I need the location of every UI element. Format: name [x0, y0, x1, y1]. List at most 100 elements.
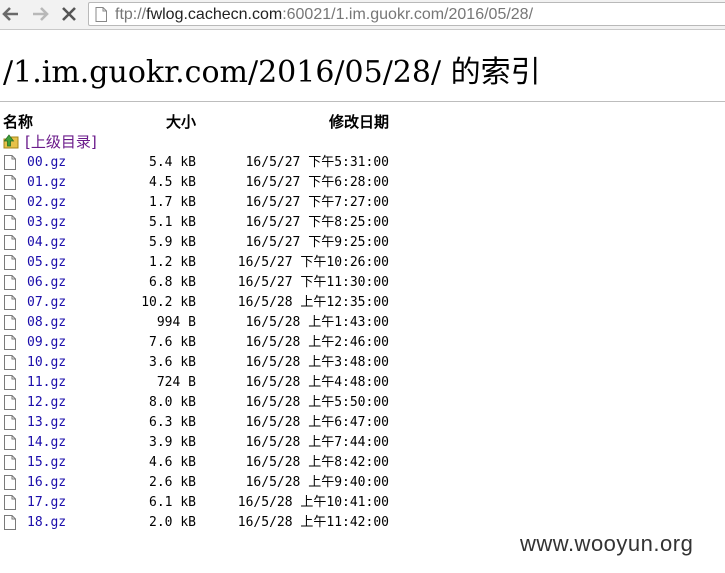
forward-arrow-icon [33, 7, 49, 21]
file-link[interactable]: 16.gz [27, 473, 66, 493]
file-size: 1.7 kB [149, 195, 196, 210]
url-scheme: ftp:// [115, 6, 147, 23]
file-size: 5.1 kB [149, 215, 196, 230]
file-link[interactable]: 05.gz [27, 253, 66, 273]
file-row: 07.gz 10.2 kB 16/5/28 上午12:35:00 [0, 293, 400, 313]
file-size: 2.6 kB [149, 475, 196, 490]
file-row: 10.gz 3.6 kB 16/5/28 上午3:48:00 [0, 353, 400, 373]
file-size: 3.9 kB [149, 435, 196, 450]
file-modified-date: 16/5/28 上午8:42:00 [245, 455, 389, 470]
file-row: 06.gz 6.8 kB 16/5/27 下午11:30:00 [0, 273, 400, 293]
browser-toolbar: ftp://fwlog.cachecn.com:60021/1.im.guokr… [0, 0, 725, 30]
file-modified-date: 16/5/28 上午6:47:00 [245, 415, 389, 430]
url-host: fwlog.cachecn.com [146, 6, 283, 23]
page-title: /1.im.guokr.com/2016/05/28/ 的索引 [3, 55, 541, 90]
watermark: www.wooyun.org [520, 531, 694, 556]
file-modified-date: 16/5/28 上午3:48:00 [245, 355, 389, 370]
url-path: :60021/1.im.guokr.com/2016/05/28/ [282, 6, 534, 23]
file-modified-date: 16/5/28 上午2:46:00 [245, 335, 389, 350]
file-size: 4.5 kB [149, 175, 196, 190]
file-modified-date: 16/5/28 上午7:44:00 [245, 435, 389, 450]
file-row: 00.gz 5.4 kB 16/5/27 下午5:31:00 [0, 153, 400, 173]
file-row: 04.gz 5.9 kB 16/5/27 下午9:25:00 [0, 233, 400, 253]
file-size: 2.0 kB [149, 515, 196, 530]
file-size: 6.1 kB [149, 495, 196, 510]
back-arrow-icon [2, 7, 18, 21]
file-link[interactable]: 13.gz [27, 413, 66, 433]
column-header-size[interactable]: 大小 [140, 113, 196, 131]
file-size: 5.4 kB [149, 155, 196, 170]
file-link[interactable]: 06.gz [27, 273, 66, 293]
column-header-date[interactable]: 修改日期 [250, 113, 389, 131]
file-size: 7.6 kB [149, 335, 196, 350]
parent-directory-link[interactable]: [上级目录] [3, 133, 97, 151]
file-link[interactable]: 14.gz [27, 433, 66, 453]
file-link[interactable]: 15.gz [27, 453, 66, 473]
file-link[interactable]: 09.gz [27, 333, 66, 353]
file-size: 3.6 kB [149, 355, 196, 370]
close-icon [62, 7, 76, 21]
file-link[interactable]: 00.gz [27, 153, 66, 173]
file-modified-date: 16/5/28 上午10:41:00 [237, 495, 389, 510]
file-link[interactable]: 07.gz [27, 293, 66, 313]
file-modified-date: 16/5/27 下午6:28:00 [245, 175, 389, 190]
file-size: 10.2 kB [141, 295, 196, 310]
file-row: 17.gz 6.1 kB 16/5/28 上午10:41:00 [0, 493, 400, 513]
file-modified-date: 16/5/27 下午5:31:00 [245, 155, 389, 170]
file-size: 6.8 kB [149, 275, 196, 290]
file-row: 03.gz 5.1 kB 16/5/27 下午8:25:00 [0, 213, 400, 233]
url-text: ftp://fwlog.cachecn.com:60021/1.im.guokr… [115, 6, 533, 23]
file-modified-date: 16/5/28 上午4:48:00 [245, 375, 389, 390]
file-link[interactable]: 08.gz [27, 313, 66, 333]
file-modified-date: 16/5/28 上午12:35:00 [237, 295, 389, 310]
file-row: 16.gz 2.6 kB 16/5/28 上午9:40:00 [0, 473, 400, 493]
file-size: 5.9 kB [149, 235, 196, 250]
file-row: 11.gz 724 B 16/5/28 上午4:48:00 [0, 373, 400, 393]
file-row: 14.gz 3.9 kB 16/5/28 上午7:44:00 [0, 433, 400, 453]
file-row: 08.gz 994 B 16/5/28 上午1:43:00 [0, 313, 400, 333]
file-row: 01.gz 4.5 kB 16/5/27 下午6:28:00 [0, 173, 400, 193]
file-row: 15.gz 4.6 kB 16/5/28 上午8:42:00 [0, 453, 400, 473]
file-size: 6.3 kB [149, 415, 196, 430]
file-row: 18.gz 2.0 kB 16/5/28 上午11:42:00 [0, 513, 400, 533]
forward-button[interactable] [29, 3, 51, 25]
file-row: 05.gz 1.2 kB 16/5/27 下午10:26:00 [0, 253, 400, 273]
parent-directory-label[interactable]: [上级目录] [25, 133, 97, 151]
file-size: 1.2 kB [149, 255, 196, 270]
file-link[interactable]: 18.gz [27, 513, 66, 533]
file-link[interactable]: 04.gz [27, 233, 66, 253]
divider [0, 101, 725, 102]
column-header-name[interactable]: 名称 [3, 113, 33, 131]
file-row: 12.gz 8.0 kB 16/5/28 上午5:50:00 [0, 393, 400, 413]
file-link[interactable]: 03.gz [27, 213, 66, 233]
file-modified-date: 16/5/27 下午8:25:00 [245, 215, 389, 230]
file-modified-date: 16/5/28 上午11:42:00 [237, 515, 389, 530]
folder-up-icon [3, 134, 19, 149]
file-link[interactable]: 10.gz [27, 353, 66, 373]
file-modified-date: 16/5/27 下午7:27:00 [245, 195, 389, 210]
page-icon [95, 7, 107, 22]
file-row: 09.gz 7.6 kB 16/5/28 上午2:46:00 [0, 333, 400, 353]
file-link[interactable]: 02.gz [27, 193, 66, 213]
file-modified-date: 16/5/28 上午5:50:00 [245, 395, 389, 410]
file-modified-date: 16/5/28 上午1:43:00 [245, 315, 389, 330]
file-modified-date: 16/5/28 上午9:40:00 [245, 475, 389, 490]
file-modified-date: 16/5/27 下午9:25:00 [245, 235, 389, 250]
file-size: 994 B [156, 315, 196, 330]
file-modified-date: 16/5/27 下午10:26:00 [237, 255, 389, 270]
stop-button[interactable] [58, 3, 80, 25]
file-link[interactable]: 17.gz [27, 493, 66, 513]
file-row: 02.gz 1.7 kB 16/5/27 下午7:27:00 [0, 193, 400, 213]
page-content: /1.im.guokr.com/2016/05/28/ 的索引 名称 大小 修改… [0, 30, 725, 573]
file-modified-date: 16/5/27 下午11:30:00 [237, 275, 389, 290]
file-link[interactable]: 11.gz [27, 373, 66, 393]
file-size: 4.6 kB [149, 455, 196, 470]
file-size: 8.0 kB [149, 395, 196, 410]
file-link[interactable]: 12.gz [27, 393, 66, 413]
file-row: 13.gz 6.3 kB 16/5/28 上午6:47:00 [0, 413, 400, 433]
back-button[interactable] [0, 3, 22, 25]
file-size: 724 B [156, 375, 196, 390]
file-icon [4, 515, 16, 537]
address-bar[interactable]: ftp://fwlog.cachecn.com:60021/1.im.guokr… [88, 2, 725, 26]
file-link[interactable]: 01.gz [27, 173, 66, 193]
